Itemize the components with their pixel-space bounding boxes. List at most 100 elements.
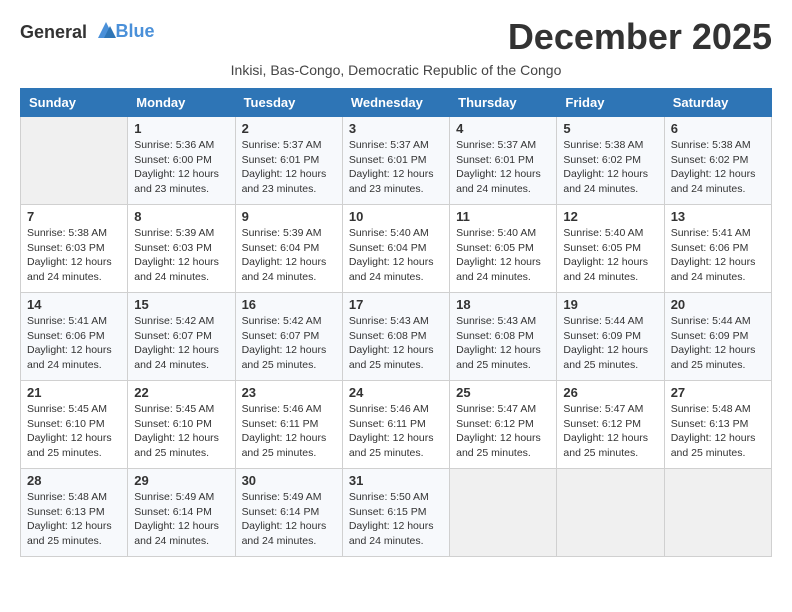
day-number: 23 [242, 385, 336, 400]
day-number: 28 [27, 473, 121, 488]
day-info: Sunrise: 5:40 AM Sunset: 6:05 PM Dayligh… [563, 226, 657, 285]
day-info: Sunrise: 5:41 AM Sunset: 6:06 PM Dayligh… [671, 226, 765, 285]
day-number: 12 [563, 209, 657, 224]
day-cell: 12 Sunrise: 5:40 AM Sunset: 6:05 PM Dayli… [557, 205, 664, 293]
day-cell: 10 Sunrise: 5:40 AM Sunset: 6:04 PM Dayli… [342, 205, 449, 293]
day-number: 29 [134, 473, 228, 488]
day-number: 3 [349, 121, 443, 136]
day-cell: 20 Sunrise: 5:44 AM Sunset: 6:09 PM Dayli… [664, 293, 771, 381]
day-cell: 19Sunrise: 5:44 AM Sunset: 6:09 PM Dayli… [557, 293, 664, 381]
day-number: 6 [671, 121, 765, 136]
day-number: 22 [134, 385, 228, 400]
day-cell [21, 117, 128, 205]
day-cell: 5 Sunrise: 5:38 AM Sunset: 6:02 PM Daylig… [557, 117, 664, 205]
day-cell: 7 Sunrise: 5:38 AM Sunset: 6:03 PM Daylig… [21, 205, 128, 293]
day-number: 17 [349, 297, 443, 312]
day-cell [557, 469, 664, 557]
weekday-header-monday: Monday [128, 89, 235, 117]
day-info: Sunrise: 5:42 AM Sunset: 6:07 PM Dayligh… [134, 314, 228, 373]
week-row-4: 21Sunrise: 5:45 AM Sunset: 6:10 PM Dayli… [21, 381, 772, 469]
day-cell: 28 Sunrise: 5:48 AM Sunset: 6:13 PM Dayli… [21, 469, 128, 557]
day-cell: 21Sunrise: 5:45 AM Sunset: 6:10 PM Dayli… [21, 381, 128, 469]
day-cell: 2Sunrise: 5:37 AM Sunset: 6:01 PM Daylig… [235, 117, 342, 205]
day-info: Sunrise: 5:38 AM Sunset: 6:02 PM Dayligh… [563, 138, 657, 197]
day-cell: 11Sunrise: 5:40 AM Sunset: 6:05 PM Dayli… [450, 205, 557, 293]
day-number: 26 [563, 385, 657, 400]
logo-icon [94, 20, 116, 38]
day-number: 9 [242, 209, 336, 224]
weekday-header-row: SundayMondayTuesdayWednesdayThursdayFrid… [21, 89, 772, 117]
day-cell: 15 Sunrise: 5:42 AM Sunset: 6:07 PM Dayli… [128, 293, 235, 381]
day-info: Sunrise: 5:49 AM Sunset: 6:14 PM Dayligh… [134, 490, 228, 549]
day-info: Sunrise: 5:37 AM Sunset: 6:01 PM Dayligh… [349, 138, 443, 197]
day-info: Sunrise: 5:49 AM Sunset: 6:14 PM Dayligh… [242, 490, 336, 549]
day-info: Sunrise: 5:38 AM Sunset: 6:03 PM Dayligh… [27, 226, 121, 285]
day-cell: 29 Sunrise: 5:49 AM Sunset: 6:14 PM Dayli… [128, 469, 235, 557]
day-number: 25 [456, 385, 550, 400]
day-number: 5 [563, 121, 657, 136]
day-number: 2 [242, 121, 336, 136]
week-row-3: 14 Sunrise: 5:41 AM Sunset: 6:06 PM Dayli… [21, 293, 772, 381]
day-info: Sunrise: 5:48 AM Sunset: 6:13 PM Dayligh… [27, 490, 121, 549]
day-cell [664, 469, 771, 557]
day-number: 14 [27, 297, 121, 312]
weekday-header-friday: Friday [557, 89, 664, 117]
day-info: Sunrise: 5:50 AM Sunset: 6:15 PM Dayligh… [349, 490, 443, 549]
day-info: Sunrise: 5:36 AM Sunset: 6:00 PM Dayligh… [134, 138, 228, 197]
logo: General Blue [20, 20, 155, 43]
logo-general: General [20, 22, 87, 42]
day-info: Sunrise: 5:38 AM Sunset: 6:02 PM Dayligh… [671, 138, 765, 197]
day-cell: 8 Sunrise: 5:39 AM Sunset: 6:03 PM Daylig… [128, 205, 235, 293]
day-number: 31 [349, 473, 443, 488]
day-info: Sunrise: 5:41 AM Sunset: 6:06 PM Dayligh… [27, 314, 121, 373]
subtitle: Inkisi, Bas-Congo, Democratic Republic o… [20, 62, 772, 78]
month-title: December 2025 [508, 16, 772, 58]
day-info: Sunrise: 5:39 AM Sunset: 6:04 PM Dayligh… [242, 226, 336, 285]
weekday-header-tuesday: Tuesday [235, 89, 342, 117]
logo-blue: Blue [116, 21, 155, 41]
day-number: 10 [349, 209, 443, 224]
day-number: 24 [349, 385, 443, 400]
day-info: Sunrise: 5:39 AM Sunset: 6:03 PM Dayligh… [134, 226, 228, 285]
day-number: 27 [671, 385, 765, 400]
day-info: Sunrise: 5:37 AM Sunset: 6:01 PM Dayligh… [456, 138, 550, 197]
weekday-header-thursday: Thursday [450, 89, 557, 117]
day-cell: 14 Sunrise: 5:41 AM Sunset: 6:06 PM Dayli… [21, 293, 128, 381]
day-info: Sunrise: 5:40 AM Sunset: 6:04 PM Dayligh… [349, 226, 443, 285]
day-cell: 1Sunrise: 5:36 AM Sunset: 6:00 PM Daylig… [128, 117, 235, 205]
week-row-1: 1Sunrise: 5:36 AM Sunset: 6:00 PM Daylig… [21, 117, 772, 205]
week-row-2: 7 Sunrise: 5:38 AM Sunset: 6:03 PM Daylig… [21, 205, 772, 293]
day-cell: 23 Sunrise: 5:46 AM Sunset: 6:11 PM Dayli… [235, 381, 342, 469]
day-cell: 25Sunrise: 5:47 AM Sunset: 6:12 PM Dayli… [450, 381, 557, 469]
day-cell: 6 Sunrise: 5:38 AM Sunset: 6:02 PM Daylig… [664, 117, 771, 205]
day-cell: 3 Sunrise: 5:37 AM Sunset: 6:01 PM Daylig… [342, 117, 449, 205]
day-number: 13 [671, 209, 765, 224]
day-cell [450, 469, 557, 557]
day-number: 7 [27, 209, 121, 224]
day-info: Sunrise: 5:43 AM Sunset: 6:08 PM Dayligh… [456, 314, 550, 373]
calendar-table: SundayMondayTuesdayWednesdayThursdayFrid… [20, 88, 772, 557]
day-number: 16 [242, 297, 336, 312]
day-number: 19 [563, 297, 657, 312]
day-cell: 18Sunrise: 5:43 AM Sunset: 6:08 PM Dayli… [450, 293, 557, 381]
day-cell: 24 Sunrise: 5:46 AM Sunset: 6:11 PM Dayli… [342, 381, 449, 469]
day-number: 21 [27, 385, 121, 400]
day-cell: 26Sunrise: 5:47 AM Sunset: 6:12 PM Dayli… [557, 381, 664, 469]
day-cell: 27Sunrise: 5:48 AM Sunset: 6:13 PM Dayli… [664, 381, 771, 469]
day-cell: 4Sunrise: 5:37 AM Sunset: 6:01 PM Daylig… [450, 117, 557, 205]
day-info: Sunrise: 5:46 AM Sunset: 6:11 PM Dayligh… [242, 402, 336, 461]
day-number: 20 [671, 297, 765, 312]
day-cell: 13 Sunrise: 5:41 AM Sunset: 6:06 PM Dayli… [664, 205, 771, 293]
day-cell: 17 Sunrise: 5:43 AM Sunset: 6:08 PM Dayli… [342, 293, 449, 381]
day-number: 8 [134, 209, 228, 224]
day-number: 15 [134, 297, 228, 312]
day-number: 11 [456, 209, 550, 224]
day-info: Sunrise: 5:46 AM Sunset: 6:11 PM Dayligh… [349, 402, 443, 461]
day-cell: 9 Sunrise: 5:39 AM Sunset: 6:04 PM Daylig… [235, 205, 342, 293]
day-info: Sunrise: 5:44 AM Sunset: 6:09 PM Dayligh… [671, 314, 765, 373]
day-cell: 30 Sunrise: 5:49 AM Sunset: 6:14 PM Dayli… [235, 469, 342, 557]
day-number: 30 [242, 473, 336, 488]
day-info: Sunrise: 5:43 AM Sunset: 6:08 PM Dayligh… [349, 314, 443, 373]
day-cell: 31 Sunrise: 5:50 AM Sunset: 6:15 PM Dayli… [342, 469, 449, 557]
week-row-5: 28 Sunrise: 5:48 AM Sunset: 6:13 PM Dayli… [21, 469, 772, 557]
